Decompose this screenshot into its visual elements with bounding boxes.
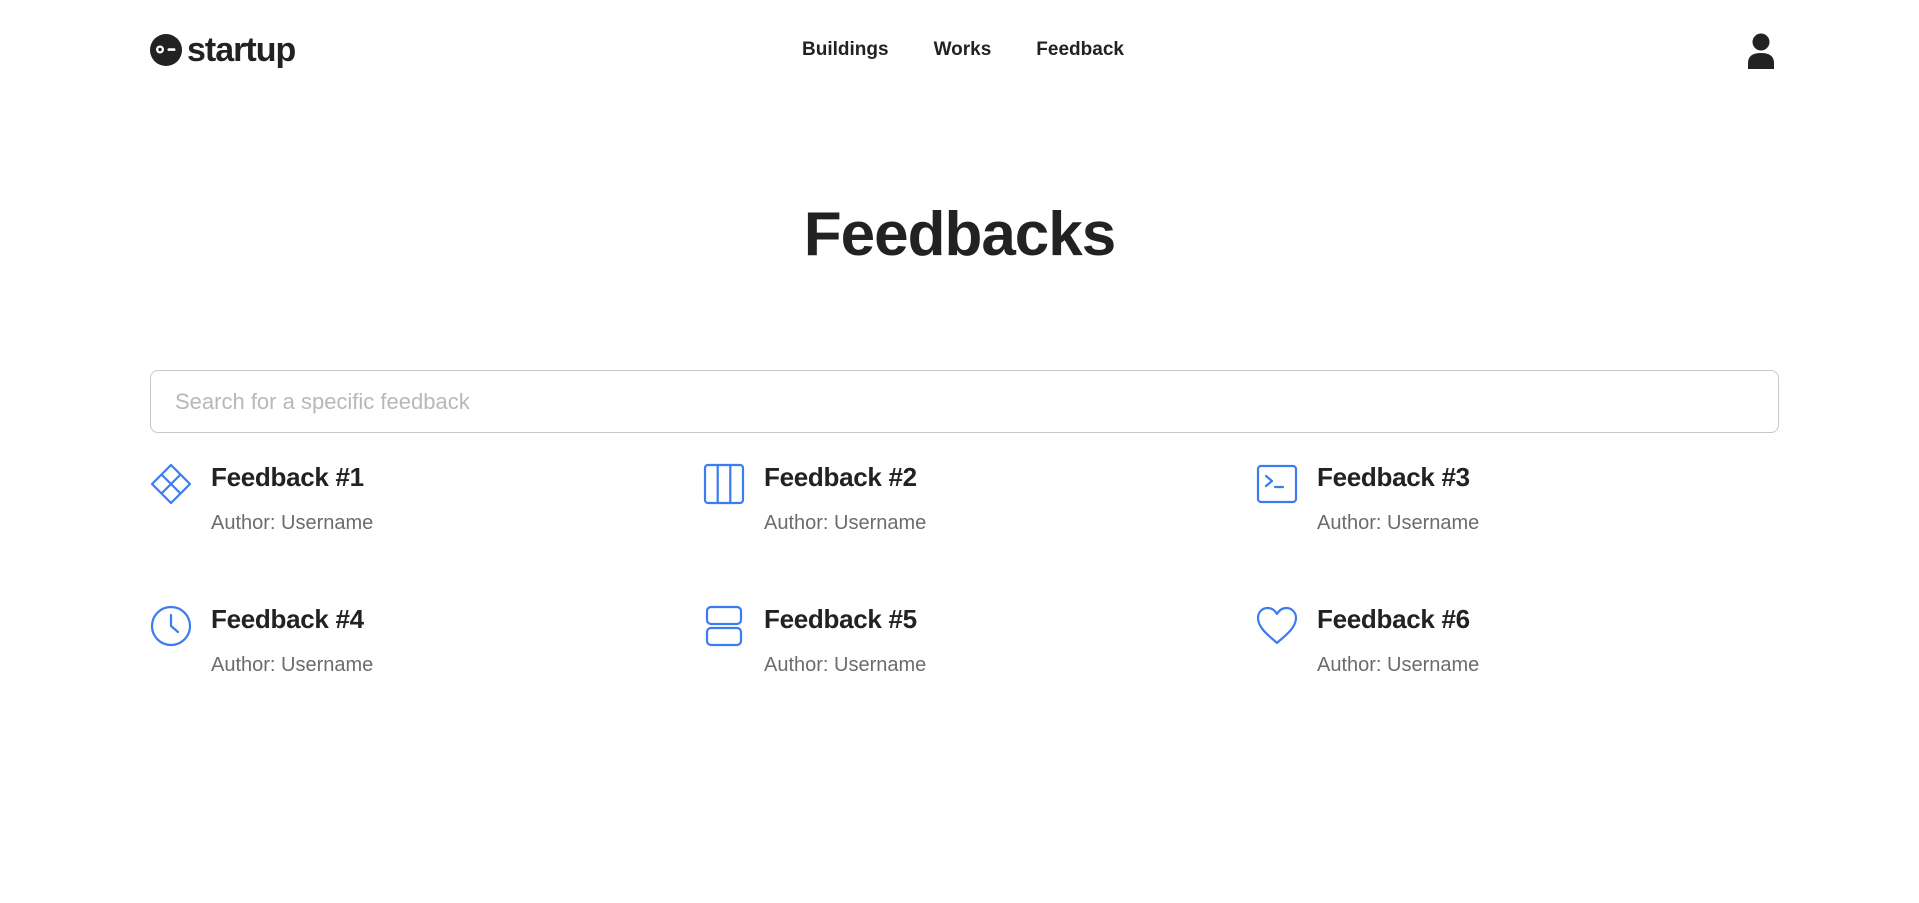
feedback-title: Feedback #6 [1317,604,1470,634]
feedback-title: Feedback #3 [1317,462,1470,492]
rows-icon [705,605,743,647]
feedback-text: Feedback #1 Author: Username [211,460,373,536]
feedback-item-6[interactable]: Feedback #6 Author: Username [1256,602,1779,744]
page-title: Feedbacks [803,200,1117,269]
feedback-author: Author: Username [211,654,374,676]
feedback-text: Feedback #5 Author: Username [764,602,926,678]
winking-face-logo-icon [150,34,182,66]
navbar: startup Buildings Works Feedback [0,0,1919,100]
feedback-item-5[interactable]: Feedback #5 Author: Username [703,602,1256,744]
feedback-list: Feedback #1 Author: Username Feedback #2… [150,460,1779,744]
nav-link-feedback[interactable]: Feedback [1036,36,1124,64]
feedback-author: Author: Username [764,512,927,534]
feedback-text: Feedback #4 Author: Username [211,602,373,678]
search-input[interactable] [150,370,1779,433]
feedback-author: Author: Username [764,654,927,676]
feedback-text: Feedback #3 Author: Username [1317,460,1479,536]
user-icon [1748,33,1774,69]
feedback-text: Feedback #6 Author: Username [1317,602,1479,678]
brand-name: startup [187,31,296,69]
feedback-item-1[interactable]: Feedback #1 Author: Username [150,460,703,602]
diamond-grid-icon [150,463,192,505]
main-nav: Buildings Works Feedback [802,36,1124,64]
user-account-button[interactable] [1747,33,1775,69]
nav-link-works[interactable]: Works [934,36,992,64]
feedback-item-3[interactable]: Feedback #3 Author: Username [1256,460,1779,602]
feedback-title: Feedback #1 [211,462,364,492]
terminal-icon [1256,464,1298,504]
feedback-title: Feedback #5 [764,604,917,634]
clock-icon [150,605,192,647]
feedback-title: Feedback #2 [764,462,917,492]
feedback-title: Feedback #4 [211,604,364,634]
heart-icon [1256,606,1298,645]
columns-icon [703,463,745,505]
feedback-text: Feedback #2 Author: Username [764,460,926,536]
feedback-author: Author: Username [211,512,374,534]
feedback-author: Author: Username [1317,654,1480,676]
feedback-author: Author: Username [1317,512,1480,534]
nav-link-buildings[interactable]: Buildings [802,36,889,64]
feedback-item-2[interactable]: Feedback #2 Author: Username [703,460,1256,602]
feedback-item-4[interactable]: Feedback #4 Author: Username [150,602,703,744]
brand-logo-link[interactable]: startup [150,30,296,70]
